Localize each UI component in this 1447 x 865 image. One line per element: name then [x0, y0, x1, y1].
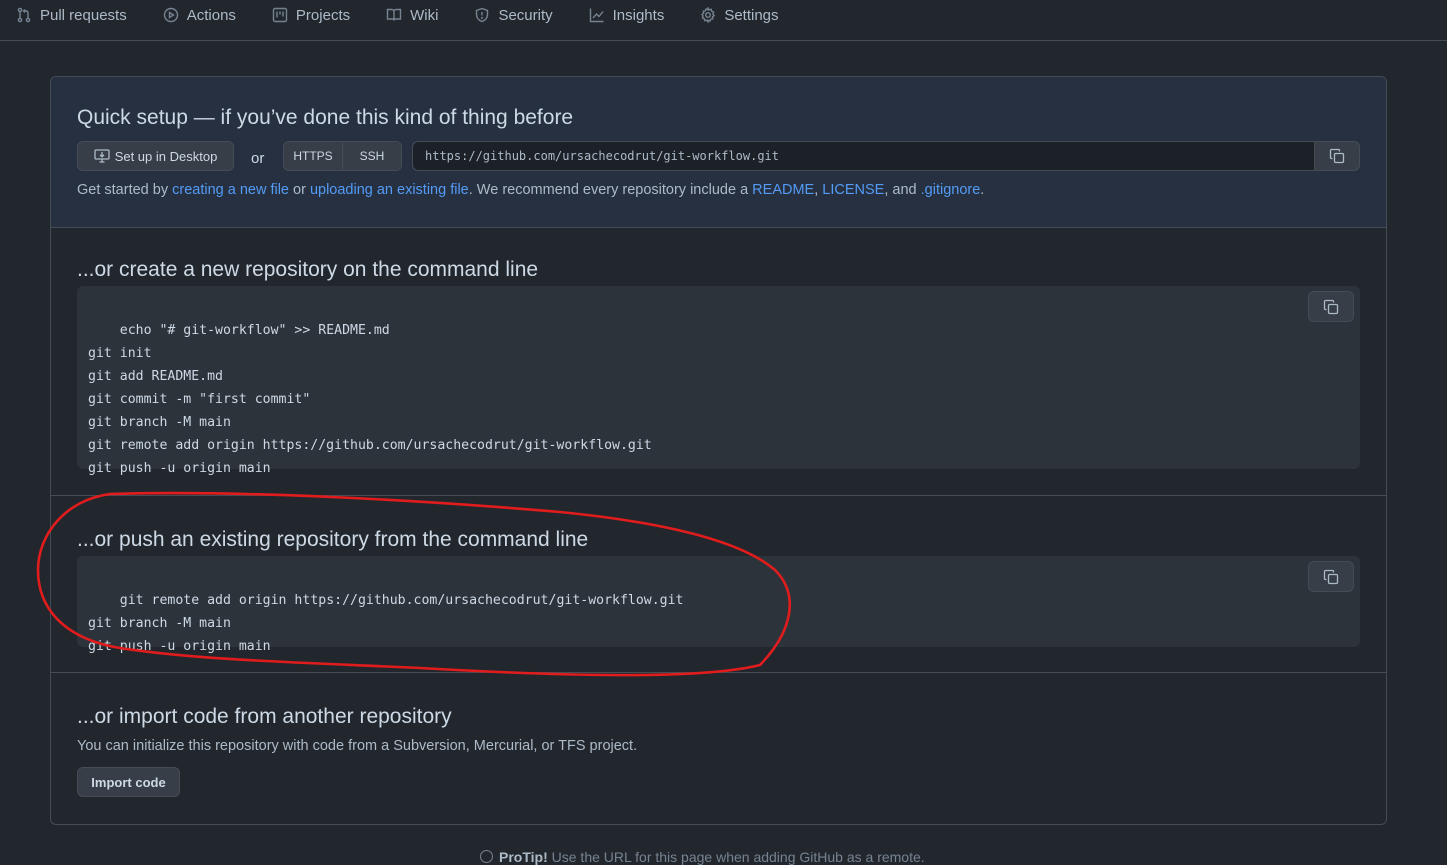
nav-pull-requests[interactable]: Pull requests	[16, 0, 127, 30]
protip-text: Use the URL for this page when adding Gi…	[547, 849, 925, 865]
license-link[interactable]: LICENSE	[822, 182, 884, 198]
setup-desktop-button[interactable]: Set up in Desktop	[77, 141, 234, 171]
nav-actions[interactable]: Actions	[163, 0, 236, 30]
upload-file-link[interactable]: uploading an existing file	[310, 182, 469, 198]
copy-icon	[1329, 148, 1345, 164]
nav-security[interactable]: Security	[474, 0, 553, 30]
repo-setup-box: Quick setup — if you’ve done this kind o…	[50, 76, 1387, 825]
quick-setup-title: Quick setup — if you’ve done this kind o…	[77, 106, 574, 129]
quick-setup-panel: Quick setup — if you’ve done this kind o…	[51, 77, 1386, 228]
get-started-mid2: . We recommend every repository include …	[468, 182, 753, 198]
pull-request-icon	[17, 7, 31, 23]
book-icon	[386, 8, 402, 21]
nav-label: Actions	[186, 6, 236, 24]
protip-label: ProTip!	[499, 849, 548, 865]
protocol-toggle: HTTPS SSH	[283, 141, 402, 171]
push-existing-code-block: git remote add origin https://github.com…	[77, 556, 1360, 654]
import-description: You can initialize this repository with …	[77, 738, 638, 754]
get-started-prefix: Get started by	[77, 182, 173, 198]
nav-label: Insights	[612, 6, 665, 24]
repo-nav: Pull requests Actions Projects Wiki Secu…	[0, 0, 1447, 41]
new-repo-code-block: echo "# git-workflow" >> README.md git i…	[77, 286, 1360, 476]
lightbulb-icon	[480, 850, 493, 863]
copy-icon	[1323, 299, 1339, 314]
clone-url-input[interactable]	[412, 141, 1314, 171]
get-started-sep2: , and	[884, 182, 921, 198]
nav-label: Security	[498, 6, 553, 24]
nav-label: Settings	[724, 6, 779, 24]
copy-push-existing-button[interactable]	[1308, 561, 1354, 592]
protip: ProTip! Use the URL for this page when a…	[480, 849, 925, 865]
shield-icon	[476, 7, 489, 23]
create-file-link[interactable]: creating a new file	[172, 182, 289, 198]
gear-icon	[701, 7, 716, 23]
get-started-suffix: .	[980, 182, 985, 198]
desktop-download-icon	[94, 149, 110, 163]
setup-desktop-label: Set up in Desktop	[114, 148, 218, 164]
project-icon	[272, 7, 288, 23]
new-repo-title: ...or create a new repository on the com…	[77, 258, 539, 281]
import-code-button[interactable]: Import code	[77, 767, 180, 797]
nav-label: Projects	[295, 6, 351, 24]
nav-settings[interactable]: Settings	[700, 0, 779, 30]
nav-projects[interactable]: Projects	[272, 0, 350, 30]
push-existing-code: git remote add origin https://github.com…	[88, 593, 684, 654]
nav-label: Pull requests	[40, 6, 127, 24]
get-started-text: Get started by creating a new file or up…	[77, 182, 984, 198]
section-divider	[51, 672, 1386, 673]
https-button[interactable]: HTTPS	[284, 142, 342, 170]
copy-new-repo-button[interactable]	[1308, 291, 1354, 322]
nav-insights[interactable]: Insights	[589, 0, 665, 30]
nav-wiki[interactable]: Wiki	[386, 0, 438, 30]
gitignore-link[interactable]: .gitignore	[921, 182, 981, 198]
push-existing-title: ...or push an existing repository from t…	[77, 528, 589, 551]
clone-url-group	[412, 141, 1360, 171]
graph-icon	[589, 8, 604, 23]
readme-link[interactable]: README	[752, 182, 814, 198]
get-started-mid1: or	[288, 182, 310, 198]
copy-url-button[interactable]	[1314, 141, 1360, 171]
new-repo-code: echo "# git-workflow" >> README.md git i…	[88, 323, 652, 476]
or-label: or	[251, 150, 265, 167]
ssh-button[interactable]: SSH	[342, 142, 401, 170]
nav-label: Wiki	[410, 6, 439, 24]
import-code-label: Import code	[91, 774, 166, 790]
section-divider	[51, 495, 1386, 496]
play-icon	[163, 7, 178, 23]
import-title: ...or import code from another repositor…	[77, 705, 452, 728]
copy-icon	[1323, 569, 1339, 584]
